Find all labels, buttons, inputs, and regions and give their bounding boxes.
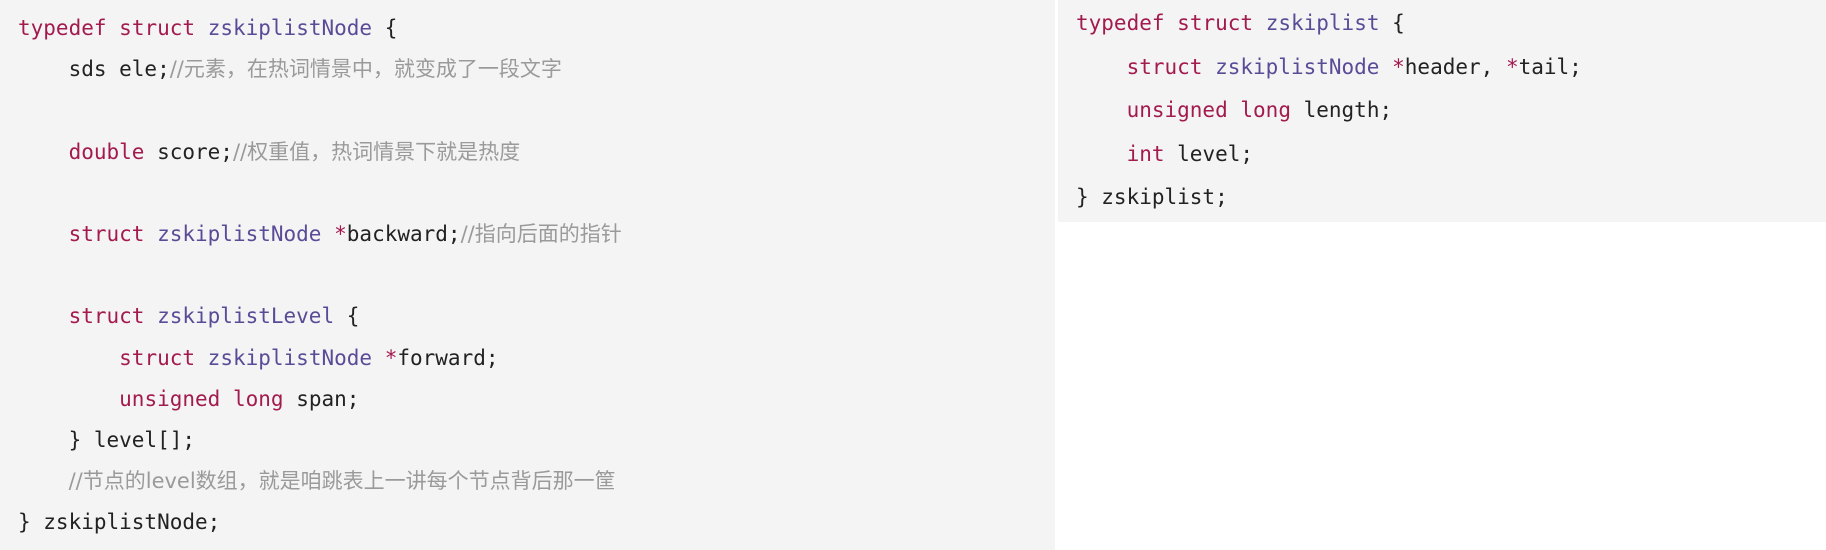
code-line: unsigned long span;	[18, 379, 1055, 420]
code-line: typedef struct zskiplistNode {	[18, 8, 1055, 49]
code-text: header,	[1404, 54, 1506, 79]
code-keyword: struct	[68, 304, 145, 329]
code-text: sds ele;	[18, 57, 170, 82]
code-text: tail;	[1518, 54, 1582, 79]
code-keyword: int	[1126, 141, 1165, 166]
code-type: zskiplist	[1265, 11, 1380, 35]
code-text: {	[372, 16, 398, 40]
code-text: {	[334, 304, 360, 329]
code-line: struct zskiplistNode *forward;	[18, 338, 1055, 379]
code-keyword: unsigned	[119, 386, 221, 411]
code-text: backward;	[346, 221, 461, 246]
code-keyword: *	[1392, 54, 1405, 79]
code-text: } zskiplistNode;	[18, 510, 221, 535]
code-line: } level[];	[18, 420, 1055, 461]
code-block-zskiplistnode: typedef struct zskiplistNode { sds ele;/…	[0, 0, 1055, 550]
code-line: } zskiplistNode;	[18, 502, 1055, 543]
code-line: struct zskiplistNode *backward;//指向后面的指针	[18, 214, 1055, 255]
code-keyword: double	[68, 139, 145, 164]
code-text: score;	[144, 139, 233, 164]
code-line: struct zskiplistNode *header, *tail;	[1076, 46, 1826, 90]
code-text: {	[1379, 11, 1405, 35]
code-type: zskiplistNode	[1215, 54, 1380, 79]
code-comment: //权重值，热词情景下就是热度	[232, 139, 521, 164]
code-keyword: long	[1240, 98, 1291, 122]
code-line: int level;	[1076, 133, 1826, 177]
code-keyword: struct	[119, 345, 196, 370]
code-comment: //指向后面的指针	[460, 221, 622, 246]
code-keyword: struct	[119, 16, 196, 40]
code-keyword: typedef	[18, 16, 107, 40]
code-line: struct zskiplistLevel {	[18, 296, 1055, 337]
code-block-zskiplist: typedef struct zskiplist { struct zskipl…	[1058, 0, 1826, 222]
code-line: double score;//权重值，热词情景下就是热度	[18, 132, 1055, 173]
code-keyword: struct	[1177, 11, 1254, 35]
code-keyword: struct	[68, 221, 145, 246]
code-line: sds ele;//元素，在热词情景中，就变成了一段文字	[18, 49, 1055, 90]
code-keyword: *	[334, 221, 347, 246]
code-line: typedef struct zskiplist {	[1076, 2, 1826, 46]
code-text: } zskiplist;	[1076, 185, 1228, 209]
code-comment: //节点的level数组，就是咱跳表上一讲每个节点背后那一筐	[68, 469, 616, 494]
code-text: span;	[283, 386, 360, 411]
code-keyword: long	[232, 386, 284, 411]
code-keyword: *	[1505, 54, 1519, 79]
code-line: } zskiplist;	[1076, 176, 1826, 220]
code-line: //节点的level数组，就是咱跳表上一讲每个节点背后那一筐	[18, 461, 1055, 502]
code-type: zskiplistNode	[157, 221, 322, 246]
code-line: unsigned long length;	[1076, 89, 1826, 133]
code-keyword: struct	[1126, 54, 1203, 79]
code-text: } level[];	[18, 427, 196, 452]
code-type: zskiplistLevel	[157, 304, 335, 329]
code-text: forward;	[397, 345, 499, 370]
code-type: zskiplistNode	[207, 345, 373, 370]
code-keyword: unsigned	[1126, 98, 1228, 122]
code-comment: //元素，在热词情景中，就变成了一段文字	[169, 57, 562, 82]
code-keyword: typedef	[1076, 11, 1165, 35]
code-type: zskiplistNode	[207, 16, 373, 40]
code-keyword: *	[384, 345, 398, 370]
code-text: level;	[1164, 141, 1254, 166]
code-text: length;	[1290, 98, 1393, 122]
